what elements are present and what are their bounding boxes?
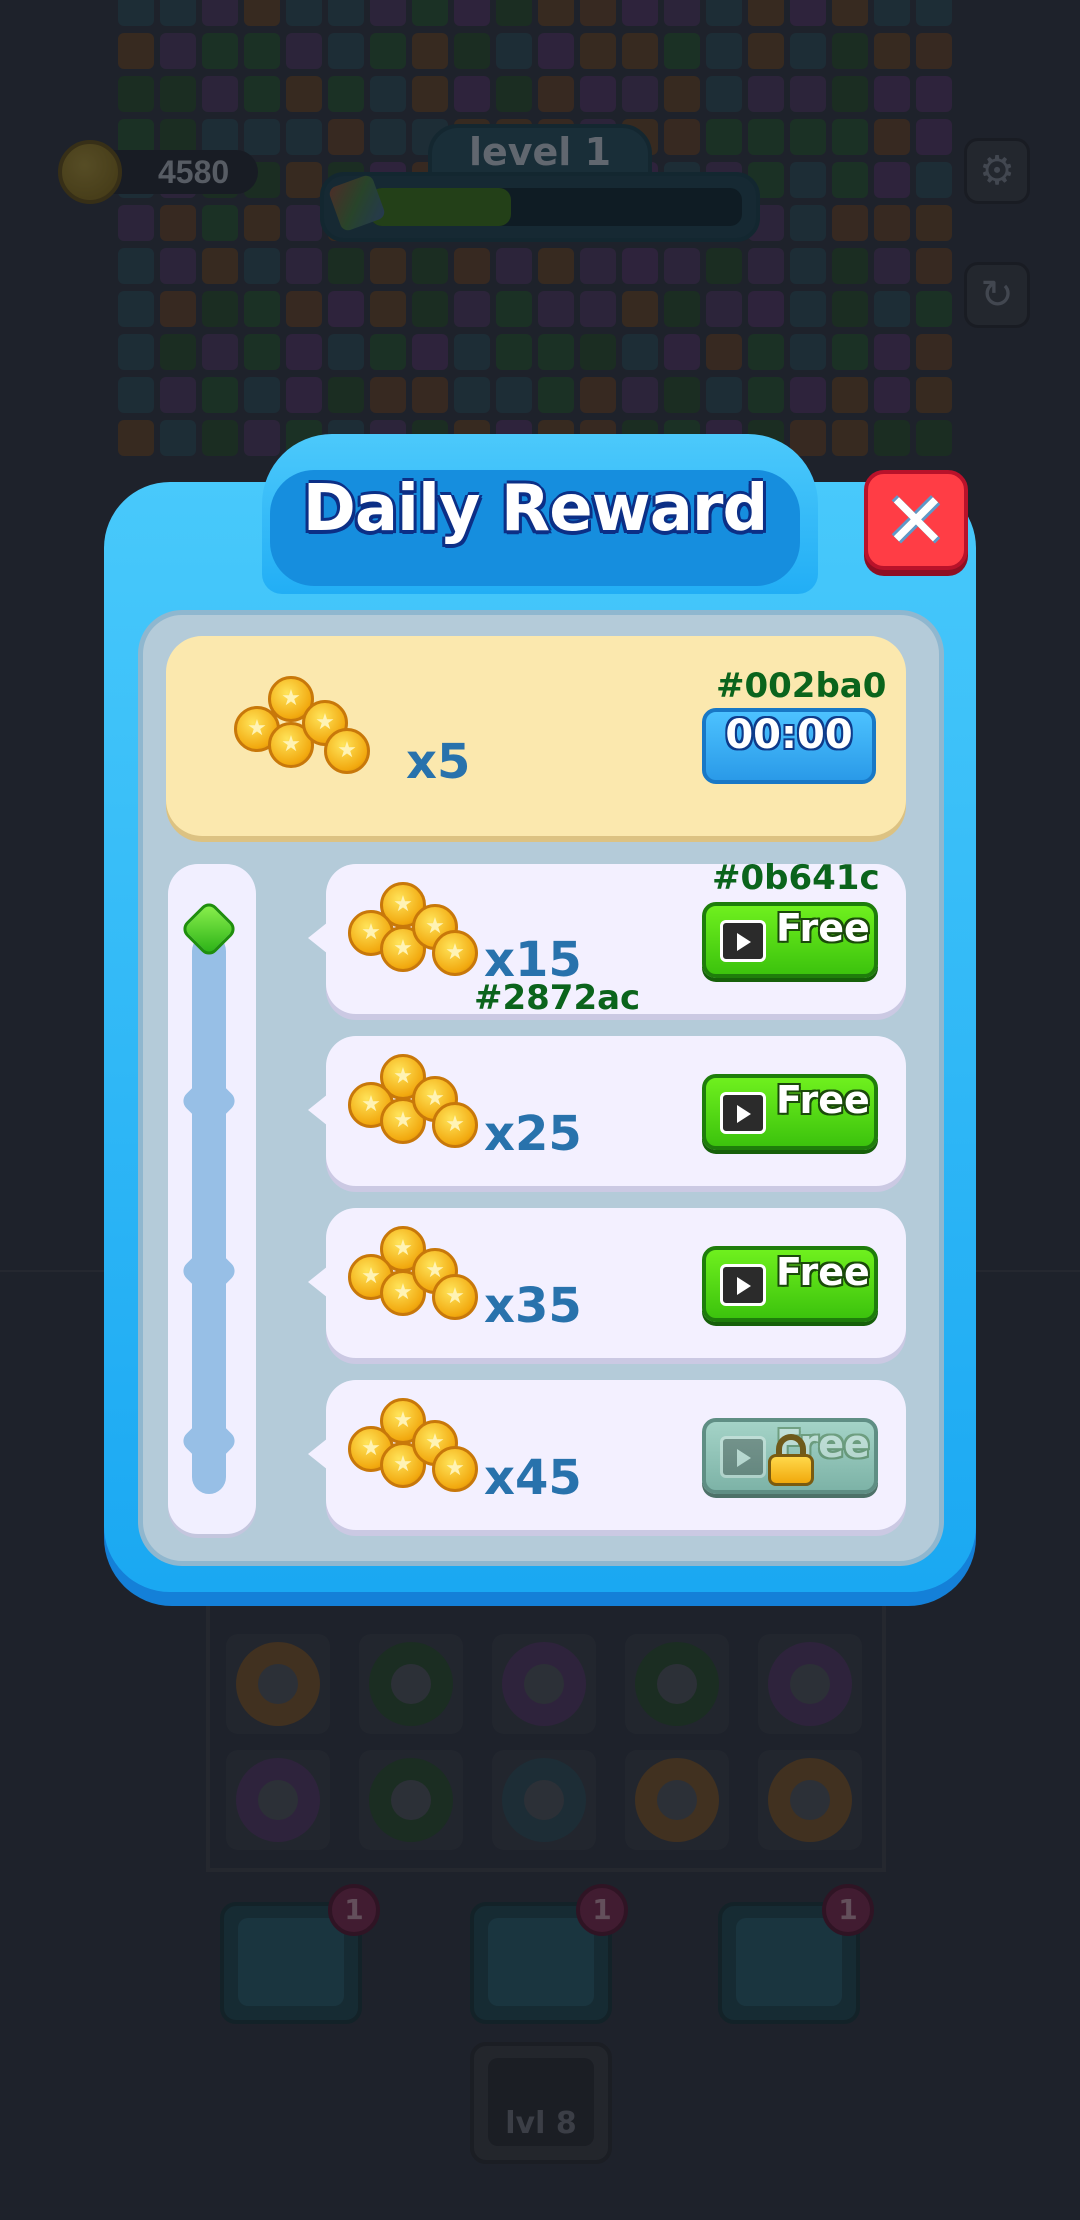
reward-track xyxy=(192,934,226,1494)
coin-stack-icon xyxy=(234,676,370,774)
close-button[interactable]: ✕ xyxy=(864,470,968,570)
video-icon xyxy=(720,1092,766,1134)
timer-button[interactable]: 00:00 xyxy=(702,708,876,784)
free-claim-button[interactable]: Free xyxy=(702,902,878,978)
video-icon xyxy=(720,1436,766,1478)
color-tag-label: #0b641c xyxy=(712,858,880,898)
free-button-label: Free xyxy=(776,1250,870,1294)
video-icon xyxy=(720,920,766,962)
reward-multiplier: x45 xyxy=(484,1450,582,1506)
free-button-label: Free xyxy=(776,1078,870,1122)
dialog-title: Daily Reward xyxy=(302,472,769,546)
reward-multiplier: x35 xyxy=(484,1278,582,1334)
coin-stack-icon xyxy=(348,1226,478,1322)
timer-text: 00:00 xyxy=(725,712,853,758)
video-icon xyxy=(720,1264,766,1306)
locked-claim-button: Free xyxy=(702,1418,878,1494)
lock-icon xyxy=(768,1434,814,1486)
coin-stack-icon xyxy=(348,1054,478,1150)
reward-multiplier: x25 xyxy=(484,1106,582,1162)
coin-stack-icon xyxy=(348,1398,478,1494)
free-claim-button[interactable]: Free xyxy=(702,1074,878,1150)
daily-reward-dialog: Daily Reward ✕ x5 #002ba0 00:00 x15 #287… xyxy=(104,434,976,1606)
free-claim-button[interactable]: Free xyxy=(702,1246,878,1322)
free-button-label: Free xyxy=(776,906,870,950)
reward-multiplier: x5 xyxy=(406,734,471,790)
close-icon: ✕ xyxy=(884,476,948,565)
coin-stack-icon xyxy=(348,882,478,978)
color-tag-label: #2872ac xyxy=(474,978,641,1018)
color-tag-label: #002ba0 xyxy=(716,666,887,706)
